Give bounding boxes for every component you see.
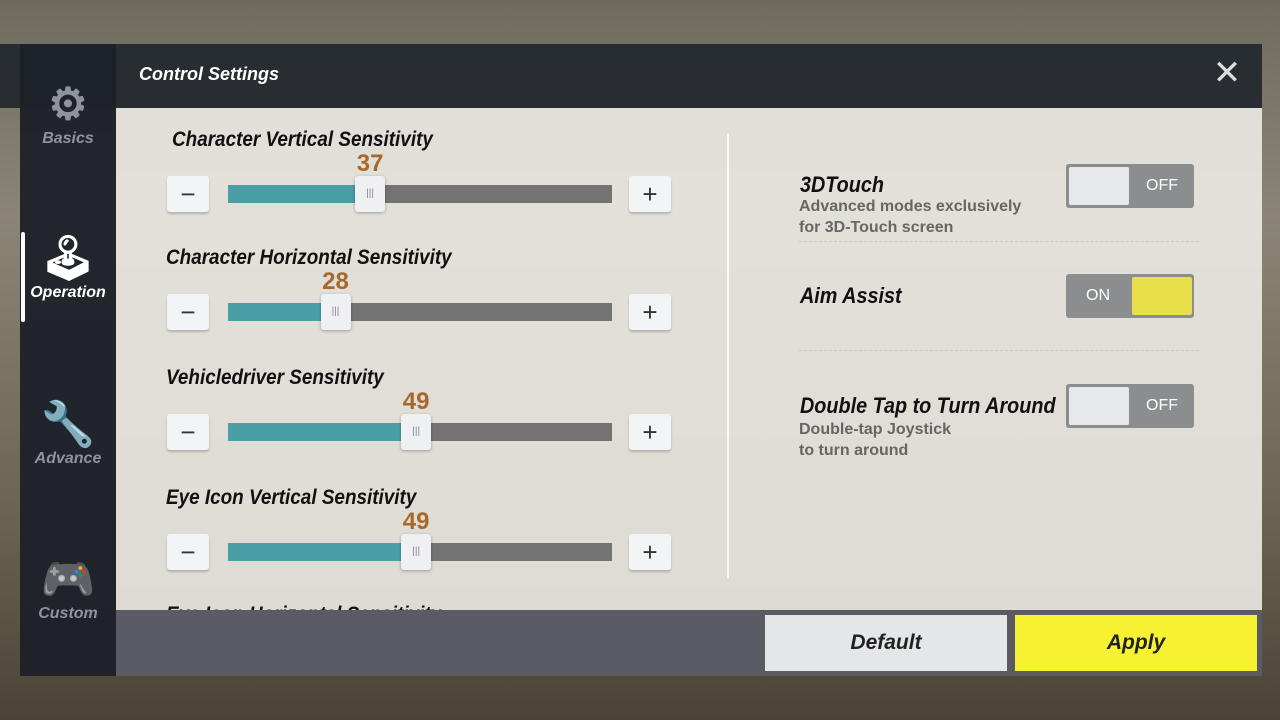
slider-label: Character Vertical Sensitivity [172,128,433,151]
slider-thumb[interactable]: ||| [401,414,432,450]
slider-track[interactable]: ||| [228,414,612,450]
increase-button[interactable]: + [629,176,671,212]
gamepad-gear-icon: 🎮 [40,555,96,604]
slider-track[interactable]: ||| [228,176,612,212]
settings-panel: Character Vertical Sensitivity 37 − ||| +… [116,108,1262,610]
increase-button[interactable]: + [629,414,671,450]
toggle-3dtouch[interactable]: OFF [1066,164,1194,208]
slider-label: Eye Icon Horizontal Sensitivity [166,603,441,610]
decrease-button[interactable]: − [167,176,209,212]
slider-fill [228,423,417,441]
column-divider [727,134,729,578]
slider-label: Eye Icon Vertical Sensitivity [166,486,417,509]
slider-fill [228,185,371,203]
toggle-aim-assist[interactable]: ON [1066,274,1194,318]
toggle-knob [1069,167,1129,205]
slider-fill [228,543,417,561]
increase-button[interactable]: + [629,534,671,570]
toggle-double-tap[interactable]: OFF [1066,384,1194,428]
decrease-button[interactable]: − [167,414,209,450]
toggle-desc-double-tap: Double-tap Joystick to turn around [799,421,952,459]
slider-label: Vehicledriver Sensitivity [166,366,384,389]
gear-icon: ⚙ [48,80,88,129]
slider-thumb[interactable]: ||| [355,176,386,212]
slider-value: 28 [322,268,349,295]
close-icon[interactable]: ✕ [1210,56,1244,90]
separator [799,350,1199,351]
sidebar-item-operation[interactable]: 🕹 Operation [20,234,116,302]
wrench-gear-icon: 🔧 [40,400,96,449]
slider-fill [228,303,336,321]
sidebar-item-basics[interactable]: ⚙ Basics [20,80,116,148]
toggle-label-double-tap: Double Tap to Turn Around [800,393,1056,418]
apply-button[interactable]: Apply [1015,615,1257,671]
toggle-label-aim-assist: Aim Assist [800,283,902,308]
sidebar-item-custom[interactable]: 🎮 Custom [20,555,116,623]
toggle-knob [1132,277,1192,315]
slider-value: 49 [402,388,430,415]
slider-value: 49 [402,508,430,535]
joystick-gear-icon: 🕹 [40,234,96,283]
separator [799,241,1199,242]
slider-track[interactable]: ||| [228,294,612,330]
slider-value: 37 [356,150,384,177]
sidebar-item-advance[interactable]: 🔧 Advance [20,400,116,468]
slider-thumb[interactable]: ||| [320,294,351,330]
toggle-knob [1069,387,1129,425]
decrease-button[interactable]: − [167,534,209,570]
toggle-label-3dtouch: 3DTouch [800,172,884,197]
decrease-button[interactable]: − [167,294,209,330]
slider-thumb[interactable]: ||| [401,534,432,570]
increase-button[interactable]: + [629,294,671,330]
default-button[interactable]: Default [765,615,1007,671]
slider-label: Character Horizontal Sensitivity [166,246,452,269]
page-title: Control Settings [139,64,279,84]
toggle-desc-3dtouch: Advanced modes exclusively for 3D-Touch s… [799,198,1022,236]
slider-track[interactable]: ||| [228,534,612,570]
